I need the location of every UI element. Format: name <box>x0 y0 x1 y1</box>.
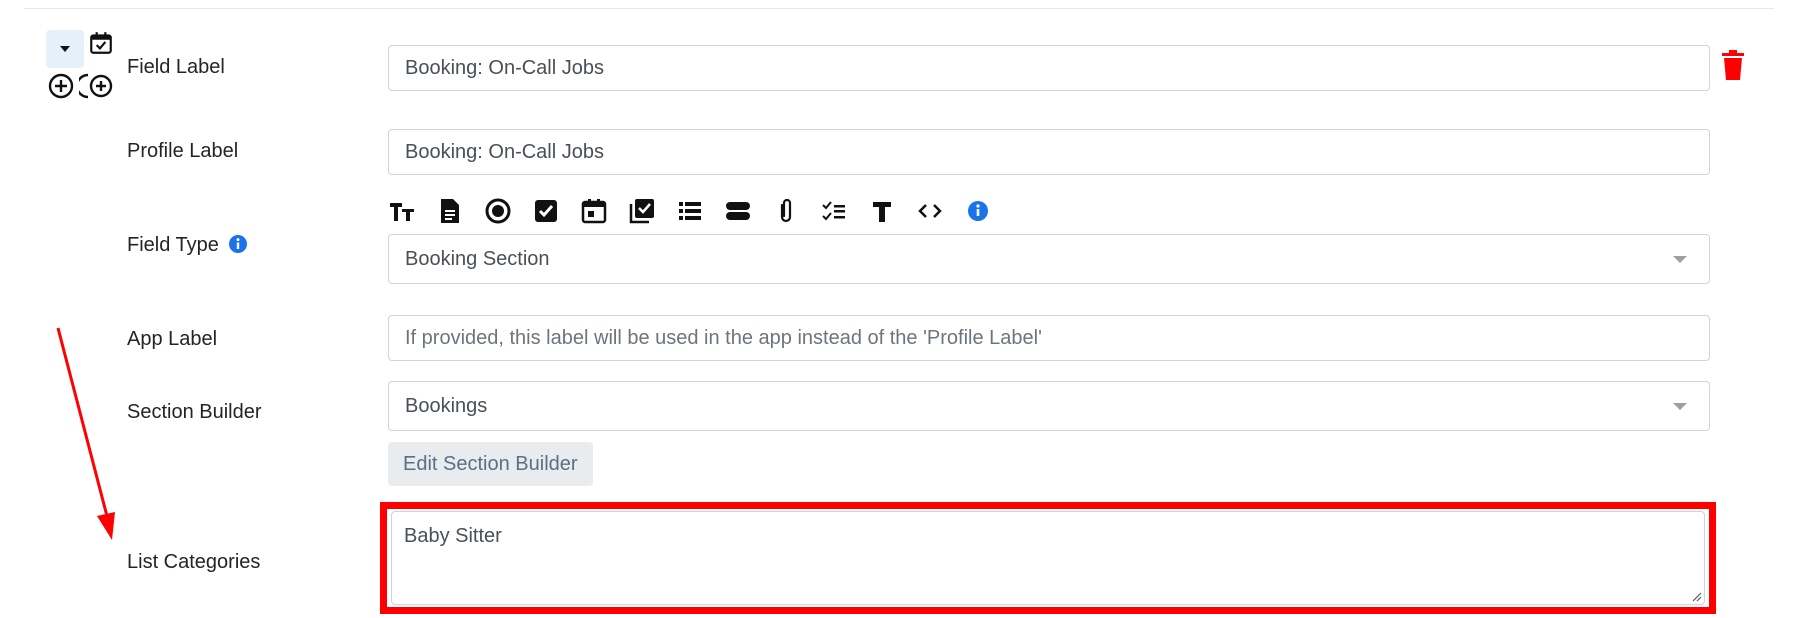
paperclip-icon <box>780 198 792 223</box>
section-builder-selected: Bookings <box>405 394 488 417</box>
tb-text[interactable] <box>868 194 916 228</box>
field-type-select[interactable]: Booking Section <box>388 234 1710 284</box>
checkbox-icon <box>535 200 557 222</box>
chevron-down-icon <box>1673 403 1687 410</box>
profile-label-label: Profile Label <box>127 140 239 162</box>
trash-icon[interactable] <box>1719 50 1747 80</box>
tb-info[interactable] <box>964 194 1012 228</box>
tb-document[interactable] <box>436 194 484 228</box>
caret-down-icon <box>60 46 70 52</box>
section-builder-select[interactable]: Bookings <box>388 381 1710 431</box>
list-icon <box>679 202 701 220</box>
field-type-selected: Booking Section <box>405 247 550 270</box>
tb-checkbox[interactable] <box>532 194 580 228</box>
document-icon <box>441 199 459 223</box>
tb-checkbox-list[interactable] <box>628 194 676 228</box>
list-categories-value: Baby Sitter <box>404 525 502 547</box>
app-label-input[interactable]: If provided, this label will be used in … <box>388 315 1710 361</box>
annotation-arrow <box>56 327 115 540</box>
checkbox-list-icon <box>629 199 654 224</box>
list-categories-textarea[interactable]: Baby Sitter <box>391 511 1705 605</box>
app-label-label: App Label <box>127 328 218 350</box>
calendar-icon <box>581 199 607 224</box>
tb-radio[interactable] <box>484 194 532 228</box>
tb-attachment[interactable] <box>772 194 820 228</box>
radio-icon <box>485 198 511 224</box>
highlight-box: Baby Sitter <box>380 502 1716 614</box>
field-type-label: Field Type <box>127 234 248 257</box>
code-icon <box>918 204 942 218</box>
list-categories-label: List Categories <box>127 551 261 573</box>
field-label-input[interactable]: Booking: On-Call Jobs <box>388 45 1710 91</box>
section-builder-label: Section Builder <box>127 401 262 423</box>
info-icon <box>968 201 988 221</box>
add-nested-icon[interactable] <box>79 72 115 100</box>
checklist-icon <box>822 201 845 221</box>
top-divider <box>24 8 1774 9</box>
calendar-check-icon[interactable] <box>88 30 114 56</box>
toggle-icon <box>726 202 750 220</box>
add-circle-icon[interactable] <box>47 72 75 100</box>
resize-grip-icon[interactable] <box>1690 590 1702 602</box>
tb-text-size[interactable] <box>388 194 436 228</box>
text-size-icon <box>390 203 414 221</box>
info-icon[interactable] <box>228 234 248 254</box>
tb-checklist[interactable] <box>820 194 868 228</box>
profile-label-input[interactable]: Booking: On-Call Jobs <box>388 129 1710 175</box>
tb-list[interactable] <box>676 194 724 228</box>
field-label-label: Field Label <box>127 56 225 78</box>
edit-section-builder-button[interactable]: Edit Section Builder <box>388 442 593 486</box>
tb-toggle[interactable] <box>724 194 772 228</box>
field-type-label-text: Field Type <box>127 234 219 256</box>
tb-calendar[interactable] <box>580 194 628 228</box>
text-icon <box>873 202 891 222</box>
collapse-toggle-button[interactable] <box>46 30 84 68</box>
field-type-toolbar <box>388 194 1012 228</box>
chevron-down-icon <box>1673 256 1687 263</box>
tb-code[interactable] <box>916 194 964 228</box>
